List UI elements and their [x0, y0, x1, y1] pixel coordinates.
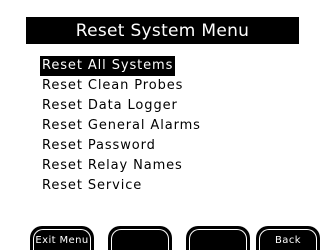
menu-item-reset-password[interactable]: Reset Password [40, 136, 203, 156]
menu-list: Reset All Systems Reset Clean Probes Res… [40, 56, 203, 196]
reset-system-menu-screen: Reset System Menu Reset All Systems Rese… [0, 0, 327, 250]
softkey-3-button[interactable] [186, 226, 250, 250]
back-button[interactable]: Back [256, 226, 320, 250]
menu-item-reset-relay-names[interactable]: Reset Relay Names [40, 156, 203, 176]
softkey-outline [111, 229, 169, 250]
softkey-2-button[interactable] [108, 226, 172, 250]
menu-item-reset-general-alarms[interactable]: Reset General Alarms [40, 116, 203, 136]
exit-menu-button[interactable]: Exit Menu [30, 226, 94, 250]
back-label: Back [275, 235, 301, 246]
menu-item-reset-service[interactable]: Reset Service [40, 176, 203, 196]
menu-item-reset-all-systems[interactable]: Reset All Systems [40, 56, 176, 76]
menu-item-reset-data-logger[interactable]: Reset Data Logger [40, 96, 203, 116]
title-bar: Reset System Menu [26, 17, 299, 44]
page-title: Reset System Menu [75, 20, 250, 41]
exit-menu-label: Exit Menu [35, 235, 89, 246]
softkey-outline [189, 229, 247, 250]
menu-item-reset-clean-probes[interactable]: Reset Clean Probes [40, 76, 203, 96]
